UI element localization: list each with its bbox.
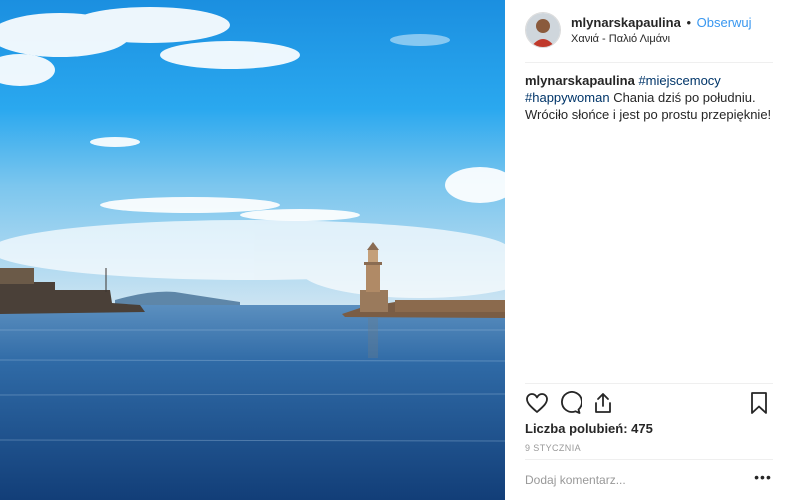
instagram-post: mlynarskapaulina • Obserwuj Χανιά - Παλι… bbox=[0, 0, 786, 500]
harbor-lighthouse-image bbox=[0, 0, 505, 500]
comment-input[interactable] bbox=[525, 470, 735, 490]
post-date: 9 stycznia bbox=[525, 443, 582, 453]
post-caption: mlynarskapaulina #miejscemocy #happywoma… bbox=[525, 72, 773, 123]
avatar[interactable] bbox=[525, 12, 561, 48]
caption-username[interactable]: mlynarskapaulina bbox=[525, 73, 635, 88]
share-icon[interactable] bbox=[591, 391, 617, 417]
location-link[interactable]: Χανιά - Παλιό Λιμάνι bbox=[571, 33, 670, 45]
hashtag-link[interactable]: #miejscemocy bbox=[638, 73, 720, 88]
comment-bubble-icon[interactable] bbox=[558, 391, 584, 417]
more-options-icon[interactable]: ••• bbox=[753, 470, 773, 490]
post-header: mlynarskapaulina • Obserwuj Χανιά - Παλι… bbox=[525, 10, 773, 63]
heart-icon[interactable] bbox=[525, 391, 551, 417]
likes-count[interactable]: Liczba polubień: 475 bbox=[525, 421, 653, 436]
separator-dot: • bbox=[686, 15, 692, 30]
post-photo[interactable] bbox=[0, 0, 505, 500]
comment-bar: ••• bbox=[525, 459, 773, 501]
user-line: mlynarskapaulina • Obserwuj bbox=[571, 15, 752, 30]
post-sidebar: mlynarskapaulina • Obserwuj Χανιά - Παλι… bbox=[505, 0, 786, 500]
action-bar bbox=[525, 383, 773, 424]
bookmark-icon[interactable] bbox=[747, 391, 773, 417]
username-link[interactable]: mlynarskapaulina bbox=[571, 15, 681, 30]
follow-button[interactable]: Obserwuj bbox=[697, 15, 752, 30]
avatar-image bbox=[526, 13, 560, 47]
hashtag-link[interactable]: #happywoman bbox=[525, 90, 610, 105]
